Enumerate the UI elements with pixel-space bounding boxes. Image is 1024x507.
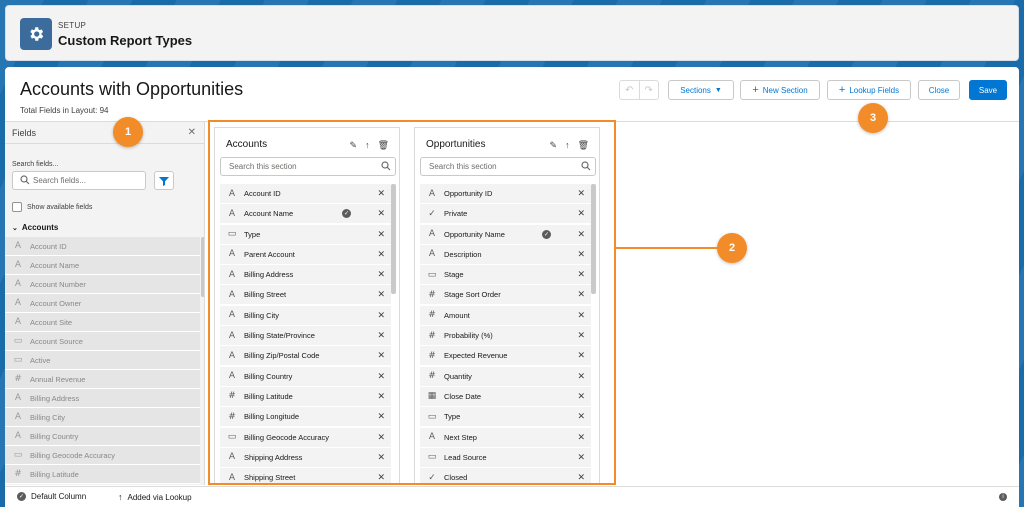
available-field-item[interactable]: ▭ Billing Geocode Accuracy: [5, 446, 200, 465]
sections-label: Sections: [680, 85, 711, 95]
available-field-label: Account Owner: [30, 298, 82, 308]
annotation-highlight-box: [208, 120, 616, 485]
arrow-up-icon: ↑: [118, 492, 123, 502]
show-available-label: Show available fields: [27, 203, 93, 211]
available-field-item[interactable]: # Billing Latitude: [5, 465, 200, 484]
fields-scrollbar[interactable]: [201, 237, 204, 297]
available-field-item[interactable]: ▭ Active: [5, 351, 200, 370]
legend-lookup-label: Added via Lookup: [127, 492, 192, 502]
plus-icon: +: [838, 84, 846, 96]
field-type-icon: A: [14, 279, 22, 289]
search-fields-placeholder: Search fields...: [33, 176, 86, 185]
search-icon: [20, 175, 30, 185]
setup-label: SETUP: [58, 21, 87, 30]
annotation-connector-line: [616, 247, 720, 249]
total-fields-count: Total Fields in Layout: 94: [20, 106, 109, 115]
available-field-label: Account Number: [30, 279, 86, 289]
available-field-item[interactable]: # Annual Revenue: [5, 370, 200, 389]
field-group-accounts[interactable]: ⌄ Accounts: [12, 223, 58, 232]
legend-lookup: ↑ Added via Lookup: [118, 492, 192, 502]
show-available-checkbox[interactable]: [12, 202, 22, 212]
fields-panel: Fields ✕ Search fields... Search fields.…: [5, 122, 205, 485]
available-field-label: Billing Address: [30, 393, 80, 403]
setup-title: Custom Report Types: [58, 33, 193, 48]
available-field-label: Account Source: [30, 336, 83, 346]
available-field-item[interactable]: A Billing Country: [5, 427, 200, 446]
setup-header: SETUP Custom Report Types: [5, 5, 1019, 61]
available-field-label: Annual Revenue: [30, 374, 86, 384]
available-field-label: Account ID: [30, 241, 67, 251]
show-available-fields-toggle[interactable]: Show available fields: [12, 202, 92, 212]
field-type-icon: A: [14, 241, 22, 251]
field-type-icon: ▭: [13, 355, 23, 365]
annotation-badge-3: 3: [858, 103, 888, 133]
sections-button[interactable]: Sections ▼: [668, 80, 734, 100]
filter-icon: [159, 176, 169, 186]
field-type-icon: #: [14, 374, 22, 384]
search-fields-input[interactable]: Search fields...: [12, 171, 146, 190]
new-section-button[interactable]: + New Section: [740, 80, 820, 100]
annotation-badge-1: 1: [113, 117, 143, 147]
fields-panel-header: Fields ✕: [5, 122, 204, 144]
legend-footer: ✓ Default Column ↑ Added via Lookup i: [5, 486, 1019, 507]
available-field-item[interactable]: A Account Owner: [5, 294, 200, 313]
available-field-label: Account Site: [30, 317, 73, 327]
available-field-item[interactable]: A Account Site: [5, 313, 200, 332]
legend-default-label: Default Column: [31, 492, 87, 501]
available-field-item[interactable]: A Account Name: [5, 256, 200, 275]
available-field-item[interactable]: A Billing City: [5, 408, 200, 427]
field-type-icon: A: [14, 317, 22, 327]
available-field-label: Billing Geocode Accuracy: [30, 450, 116, 460]
caret-down-icon: ▼: [714, 86, 722, 94]
field-type-icon: #: [14, 469, 22, 479]
field-type-icon: A: [14, 431, 22, 441]
close-button[interactable]: Close: [918, 80, 960, 100]
undo-icon[interactable]: ↶: [620, 81, 640, 99]
redo-icon[interactable]: ↷: [640, 81, 659, 99]
fields-panel-title: Fields: [12, 128, 37, 138]
available-field-item[interactable]: ▭ Account Source: [5, 332, 200, 351]
available-field-label: Active: [30, 355, 51, 365]
available-field-item[interactable]: A Account Number: [5, 275, 200, 294]
search-fields-label: Search fields...: [12, 161, 59, 168]
available-field-item[interactable]: A Account ID: [5, 237, 200, 256]
lookup-fields-label: Lookup Fields: [849, 85, 900, 95]
new-section-label: New Section: [762, 85, 808, 95]
close-icon[interactable]: ✕: [188, 127, 196, 138]
field-type-icon: ▭: [13, 450, 23, 460]
field-type-icon: A: [14, 393, 22, 403]
field-group-label: Accounts: [21, 223, 59, 232]
available-field-label: Billing City: [30, 412, 66, 422]
available-field-list: A Account ID A Account Name A Account Number A…: [5, 237, 200, 484]
field-type-icon: ▭: [13, 336, 23, 346]
undo-redo-group: ↶ ↷: [619, 80, 659, 100]
available-field-label: Billing Latitude: [30, 469, 79, 479]
lookup-fields-button[interactable]: + Lookup Fields: [827, 80, 911, 100]
gear-icon: [20, 18, 52, 50]
available-field-item[interactable]: A Billing Address: [5, 389, 200, 408]
available-field-label: Account Name: [30, 260, 80, 270]
chevron-down-icon: ⌄: [12, 225, 18, 232]
save-button[interactable]: Save: [969, 80, 1007, 100]
info-icon[interactable]: i: [999, 493, 1007, 501]
plus-icon: +: [752, 84, 759, 96]
field-type-icon: A: [14, 412, 22, 422]
filter-button[interactable]: [154, 171, 174, 190]
field-type-icon: A: [14, 260, 22, 270]
page-title: Accounts with Opportunities: [20, 79, 244, 99]
field-type-icon: A: [14, 298, 22, 308]
layout-editor: Accounts with Opportunities Total Fields…: [5, 67, 1019, 507]
available-field-label: Billing Country: [30, 431, 79, 441]
check-circle-icon: ✓: [17, 492, 26, 501]
legend-default-column: ✓ Default Column: [17, 492, 86, 501]
annotation-badge-2: 2: [717, 233, 747, 263]
